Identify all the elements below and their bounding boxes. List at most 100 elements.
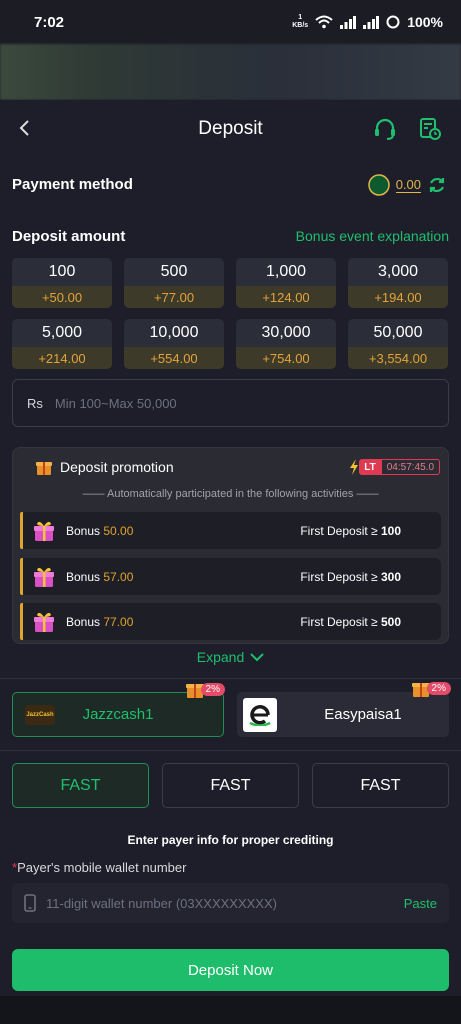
promotion-row-threshold: 500: [380, 614, 401, 629]
divider: [0, 678, 461, 679]
promotion-row: Bonus 77.00 First Deposit ≥ 500: [20, 603, 441, 640]
amount-option[interactable]: 3,000 +194.00: [348, 258, 448, 308]
paste-button[interactable]: Paste: [404, 896, 437, 911]
promotion-row-label: Bonus: [66, 614, 101, 629]
amount-bonus: +50.00: [12, 286, 112, 308]
signal-icon: [340, 15, 357, 29]
chevron-down-icon: [250, 653, 264, 662]
amount-bonus: +194.00: [348, 286, 448, 308]
gift-icon: [36, 462, 52, 475]
amount-value: 10,000: [149, 324, 199, 341]
channel-badge-text: 2%: [426, 681, 451, 695]
payer-note: Enter payer info for proper crediting: [127, 833, 334, 847]
back-button[interactable]: [12, 116, 36, 140]
amount-value: 50,000: [373, 324, 423, 341]
phone-icon: [24, 894, 36, 912]
amount-placeholder: Min 100~Max 50,000: [54, 395, 177, 411]
history-icon[interactable]: [417, 116, 443, 142]
expand-button[interactable]: Expand: [0, 649, 461, 665]
background-content: [0, 44, 461, 100]
amount-option[interactable]: 500 +77.00: [124, 258, 224, 308]
amount-value: 1,000: [265, 263, 307, 280]
channel-easypaisa[interactable]: Easypaisa1 2%: [237, 681, 451, 737]
promotion-row-amount: 57.00: [103, 569, 134, 584]
promotion-title: Deposit promotion: [60, 459, 174, 475]
divider: [0, 750, 461, 751]
amount-option[interactable]: 30,000 +754.00: [236, 319, 336, 369]
promotion-row-amount: 77.00: [103, 614, 134, 629]
amount-bonus: +124.00: [236, 286, 336, 308]
amount-bonus: +3,554.00: [348, 347, 448, 369]
promotion-row-condition: First Deposit ≥: [300, 569, 378, 584]
channel-badge: 2%: [185, 679, 225, 699]
wifi-icon: [315, 15, 333, 29]
wallet-placeholder: 11-digit wallet number (03XXXXXXXXX): [46, 895, 277, 911]
lightning-icon: [350, 459, 359, 475]
deposit-now-button[interactable]: Deposit Now: [12, 949, 449, 991]
amount-input[interactable]: Rs Min 100~Max 50,000: [12, 379, 449, 427]
support-headset-icon[interactable]: [372, 116, 398, 142]
amount-option[interactable]: 10,000 +554.00: [124, 319, 224, 369]
header: Deposit: [0, 100, 461, 158]
page-title: Deposit: [198, 118, 263, 139]
amount-option[interactable]: 5,000 +214.00: [12, 319, 112, 369]
amount-bonus: +77.00: [124, 286, 224, 308]
promotion-row-label: Bonus: [66, 569, 101, 584]
gift-box-icon: [34, 521, 54, 541]
amount-grid: 100 +50.00 500 +77.00 1,000 +124.00 3,000 +1…: [12, 258, 449, 369]
amount-value: 100: [48, 263, 76, 280]
amount-option[interactable]: 50,000 +3,554.00: [348, 319, 448, 369]
speed-option-1[interactable]: FAST: [12, 763, 149, 808]
wallet-label-text: Payer's mobile wallet number: [17, 860, 187, 875]
payment-balance: 0.00: [367, 174, 447, 196]
channel-badge-text: 2%: [200, 682, 225, 696]
battery-level: 100%: [407, 14, 443, 30]
amount-option[interactable]: 100 +50.00: [12, 258, 112, 308]
amount-value: 30,000: [261, 324, 311, 341]
promotion-timer: LT 04:57:45.0: [349, 459, 440, 475]
bonus-explanation-link[interactable]: Bonus event explanation: [296, 228, 449, 244]
gift-box-icon: [34, 612, 54, 632]
battery-saver-icon: [386, 15, 400, 29]
channel-name: Easypaisa1: [324, 706, 402, 723]
amount-bonus: +754.00: [236, 347, 336, 369]
promotion-row: Bonus 50.00 First Deposit ≥ 100: [20, 512, 441, 549]
network-speed: 1 KB/s: [292, 14, 309, 29]
amount-value: 500: [160, 263, 188, 280]
signal-icon-2: [363, 15, 380, 29]
timer-tag: LT: [359, 459, 381, 475]
status-time: 7:02: [34, 13, 65, 31]
balance-value: 0.00: [395, 177, 421, 193]
deposit-sheet: Deposit Payment method 0.00 Deposit amou…: [0, 100, 461, 1024]
channel-jazzcash[interactable]: JazzCash Jazzcash1 2%: [12, 682, 225, 737]
amount-value: 5,000: [41, 324, 83, 341]
payment-method-label: Payment method: [12, 176, 133, 193]
gift-box-icon: [34, 567, 54, 587]
expand-label: Expand: [196, 649, 245, 665]
wallet-number-input[interactable]: 11-digit wallet number (03XXXXXXXXX) Pas…: [12, 883, 449, 923]
status-bar: 7:02 1 KB/s 100%: [0, 0, 461, 44]
promotion-header: Deposit promotion: [35, 458, 174, 476]
amount-option[interactable]: 1,000 +124.00: [236, 258, 336, 308]
promotion-row-condition: First Deposit ≥: [300, 614, 378, 629]
promotion-row-condition: First Deposit ≥: [300, 523, 378, 538]
currency-prefix: Rs: [27, 395, 43, 411]
promotion-row-threshold: 100: [380, 523, 401, 538]
pk-currency-icon: [367, 174, 390, 196]
speed-option-2[interactable]: FAST: [162, 763, 299, 808]
promotion-subtitle: —— Automatically participated in the fol…: [82, 488, 379, 500]
system-nav-bar: [0, 996, 461, 1024]
amount-bonus: +554.00: [124, 347, 224, 369]
speed-option-3[interactable]: FAST: [312, 763, 449, 808]
chevron-left-icon: [19, 120, 29, 136]
channel-name: Jazzcash1: [82, 706, 154, 723]
amount-bonus: +214.00: [12, 347, 112, 369]
promotion-subtitle-text: Automatically participated in the follow…: [106, 488, 354, 500]
deposit-amount-label: Deposit amount: [12, 228, 126, 245]
deposit-promotion-panel: Deposit promotion LT 04:57:45.0 —— Autom…: [12, 447, 449, 644]
refresh-icon[interactable]: [427, 175, 447, 195]
channel-badge: 2%: [411, 678, 451, 698]
promotion-row-label: Bonus: [66, 523, 101, 538]
promotion-row-amount: 50.00: [103, 523, 134, 538]
promotion-row: Bonus 57.00 First Deposit ≥ 300: [20, 558, 441, 595]
